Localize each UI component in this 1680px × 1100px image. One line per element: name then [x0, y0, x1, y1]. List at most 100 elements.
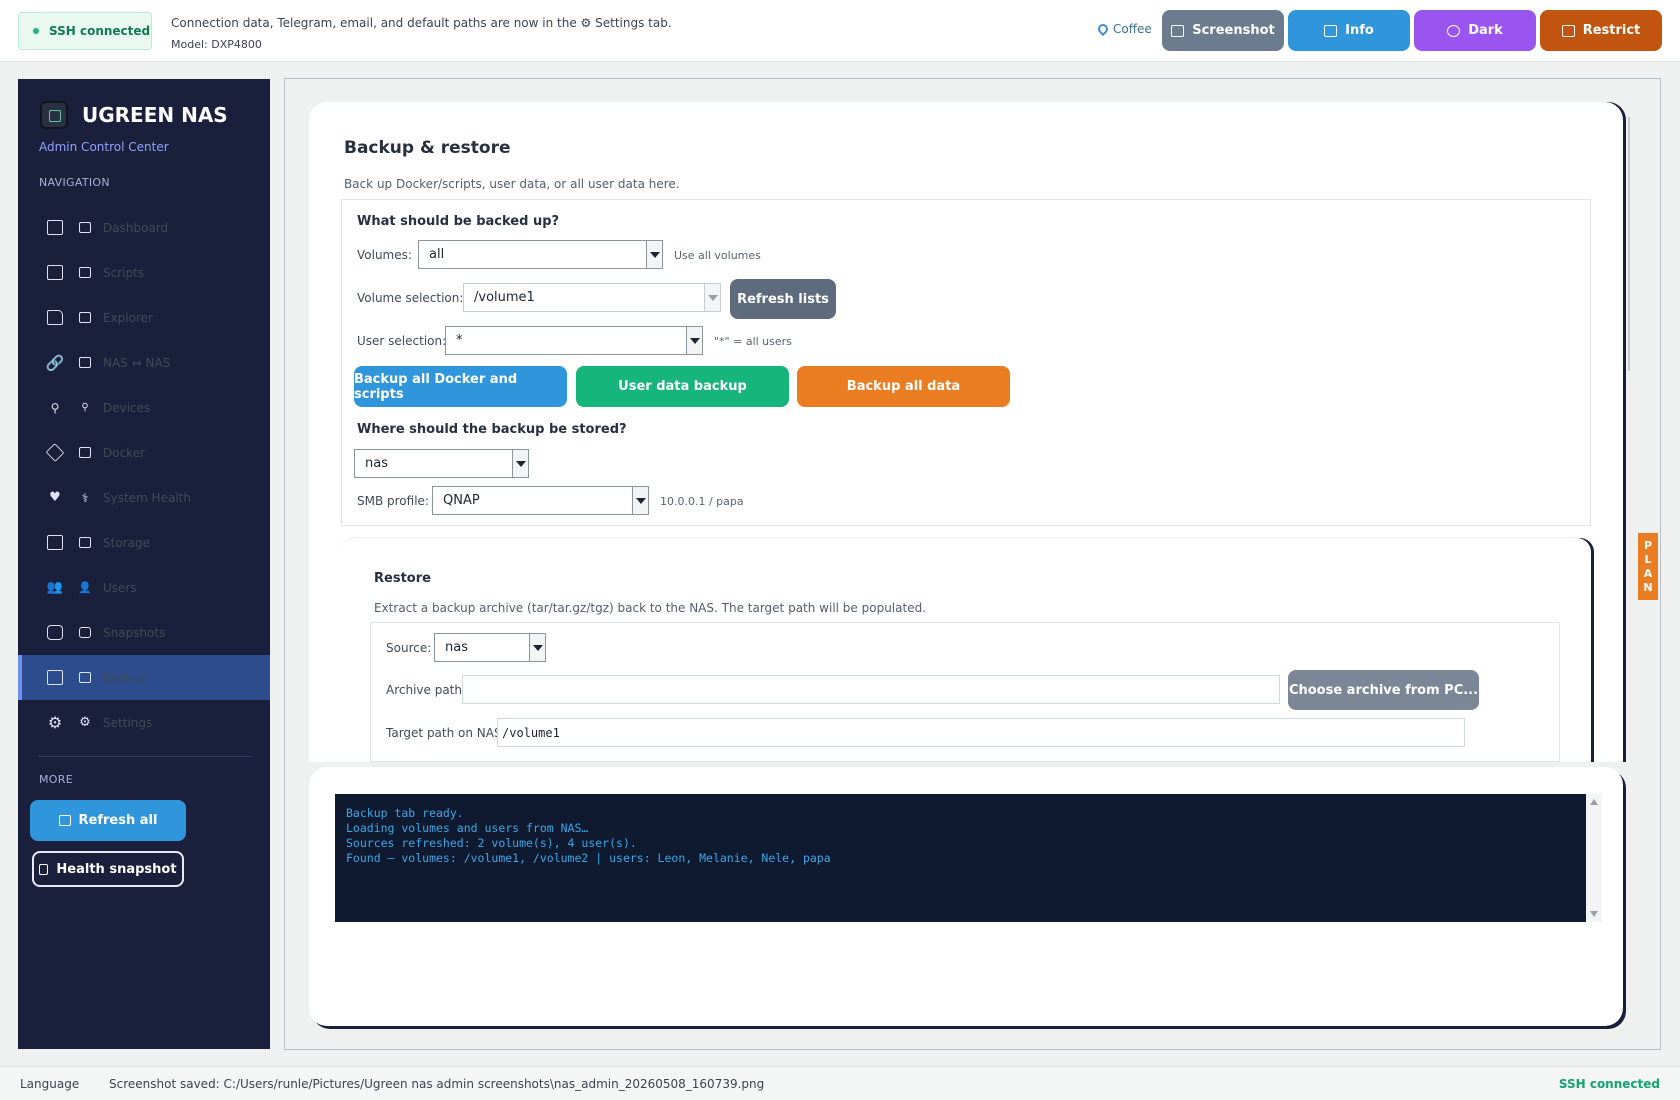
log-line: Loading volumes and users from NAS… — [346, 821, 589, 835]
backup-small-icon — [78, 671, 92, 685]
sidebar-item-label: Explorer — [103, 310, 153, 325]
source-value: nas — [445, 640, 468, 655]
volumes-label: Volumes: — [357, 248, 412, 262]
health-snapshot-label: Health snapshot — [56, 861, 177, 877]
sidebar-item-label: Storage — [103, 535, 150, 550]
restrict-button[interactable]: Restrict — [1540, 10, 1662, 51]
info-button[interactable]: Info — [1288, 10, 1410, 51]
sidebar-item-devices[interactable]: ⚲ ⚲ Devices — [18, 385, 270, 430]
app-title: UGREEN NAS — [82, 103, 228, 127]
screenshot-label: Screenshot — [1192, 23, 1275, 38]
source-select[interactable]: nas — [434, 633, 546, 662]
scroll-small-icon — [78, 266, 92, 280]
user-selection-value: * — [456, 333, 463, 348]
refresh-lists-button[interactable]: Refresh lists — [730, 279, 836, 319]
sidebar-item-nas-nas[interactable]: 🔗 NAS ↔ NAS — [18, 340, 270, 385]
backup-icon — [46, 669, 64, 687]
dark-label: Dark — [1468, 23, 1503, 38]
user-data-backup-button[interactable]: User data backup — [576, 366, 789, 407]
plan-letter: P — [1643, 538, 1653, 552]
plan-letter: N — [1643, 580, 1653, 594]
stethoscope-icon: ⚕ — [81, 490, 89, 505]
page-title: Backup & restore — [344, 138, 511, 158]
sidebar-item-docker[interactable]: Docker — [18, 430, 270, 475]
backup-options-group: What should be backed up? Volumes: all U… — [341, 199, 1591, 526]
smb-profile-label: SMB profile: — [357, 494, 429, 508]
log-scrollbar[interactable] — [1586, 794, 1602, 922]
volume-selection-select[interactable]: /volume1 — [463, 283, 721, 312]
lock-icon — [1561, 24, 1575, 37]
language-selector[interactable]: Language — [20, 1077, 79, 1091]
target-path-input[interactable]: /volume1 — [497, 718, 1465, 747]
sidebar-item-label: System Health — [103, 490, 191, 505]
disk-icon — [46, 534, 64, 552]
clipboard-icon — [39, 863, 49, 875]
sidebar-item-explorer[interactable]: Explorer — [18, 295, 270, 340]
top-info: Connection data, Telegram, email, and de… — [171, 13, 672, 55]
more-heading: MORE — [39, 773, 73, 786]
status-dot-icon — [33, 28, 39, 34]
chart-icon — [46, 219, 64, 237]
sidebar-item-label: Backup — [103, 670, 147, 685]
coffee-link[interactable]: Coffee — [1095, 21, 1152, 37]
archive-path-input[interactable] — [462, 675, 1280, 704]
sidebar-item-label: Dashboard — [103, 220, 169, 235]
choose-archive-button[interactable]: Choose archive from PC... — [1288, 670, 1479, 710]
archive-path-label: Archive path: — [386, 683, 467, 697]
top-bar: SSH connected Connection data, Telegram,… — [0, 0, 1680, 62]
sidebar-item-dashboard[interactable]: Dashboard — [18, 205, 270, 250]
sidebar-item-settings[interactable]: ⚙ ⚙ Settings — [18, 700, 270, 745]
user-icon: 👤 — [78, 581, 92, 594]
page-description: Back up Docker/scripts, user data, or al… — [344, 177, 680, 191]
brand: UGREEN NAS — [40, 101, 228, 129]
plan-letter: L — [1644, 552, 1652, 566]
screenshot-button[interactable]: Screenshot — [1162, 10, 1284, 51]
log-console: Backup tab ready. Loading volumes and us… — [335, 794, 1586, 922]
volumes-select[interactable]: all — [418, 240, 663, 269]
users-icon: 👥 — [46, 580, 64, 595]
restore-title: Restore — [374, 571, 431, 586]
refresh-all-button[interactable]: Refresh all — [30, 800, 186, 841]
heart-icon: ♥ — [49, 490, 61, 505]
gear-small-icon: ⚙ — [79, 715, 91, 730]
target-path-label: Target path on NAS: — [386, 726, 506, 740]
volume-selection-value: /volume1 — [474, 290, 535, 305]
sidebar-item-snapshots[interactable]: Snapshots — [18, 610, 270, 655]
main-panel: Backup & restore Back up Docker/scripts,… — [284, 78, 1661, 1050]
chevron-down-icon — [632, 487, 648, 514]
volumes-hint: Use all volumes — [674, 249, 761, 262]
scroll-up-icon[interactable] — [1590, 799, 1598, 805]
camera-icon — [1171, 24, 1185, 37]
main-scrollbar[interactable] — [1628, 117, 1630, 371]
scroll-down-icon[interactable] — [1590, 911, 1598, 917]
sidebar-item-system-health[interactable]: ♥ ⚕ System Health — [18, 475, 270, 520]
source-label: Source: — [386, 641, 432, 655]
nav-heading: NAVIGATION — [39, 176, 110, 189]
plan-side-tab[interactable]: P L A N — [1638, 533, 1658, 600]
restrict-label: Restrict — [1582, 23, 1641, 38]
nas-logo-icon — [40, 101, 68, 129]
smb-profile-select[interactable]: QNAP — [432, 486, 649, 515]
backup-all-data-button[interactable]: Backup all data — [797, 366, 1010, 407]
sidebar-item-storage[interactable]: Storage — [18, 520, 270, 565]
sidebar-item-label: Users — [103, 580, 137, 595]
destination-select[interactable]: nas — [354, 449, 529, 478]
sidebar-item-scripts[interactable]: Scripts — [18, 250, 270, 295]
storage-chart-icon — [78, 536, 92, 550]
chevron-down-icon — [646, 241, 662, 268]
backup-docker-button[interactable]: Backup all Docker and scripts — [354, 366, 567, 407]
refresh-icon — [58, 815, 71, 826]
restore-options-group: Source: nas Archive path: Choose archive… — [370, 622, 1560, 762]
sidebar-divider — [38, 756, 252, 757]
info-icon — [1324, 24, 1338, 37]
network-small-icon: ⚲ — [81, 402, 89, 413]
moon-icon — [1447, 24, 1461, 37]
sidebar-item-label: Docker — [103, 445, 146, 460]
camera-icon — [46, 624, 64, 642]
user-selection-select[interactable]: * — [445, 326, 703, 355]
dark-mode-button[interactable]: Dark — [1414, 10, 1536, 51]
app-subtitle: Admin Control Center — [39, 140, 169, 154]
health-snapshot-button[interactable]: Health snapshot — [32, 851, 184, 887]
sidebar-item-users[interactable]: 👥 👤 Users — [18, 565, 270, 610]
sidebar-item-backup[interactable]: Backup — [18, 655, 270, 700]
